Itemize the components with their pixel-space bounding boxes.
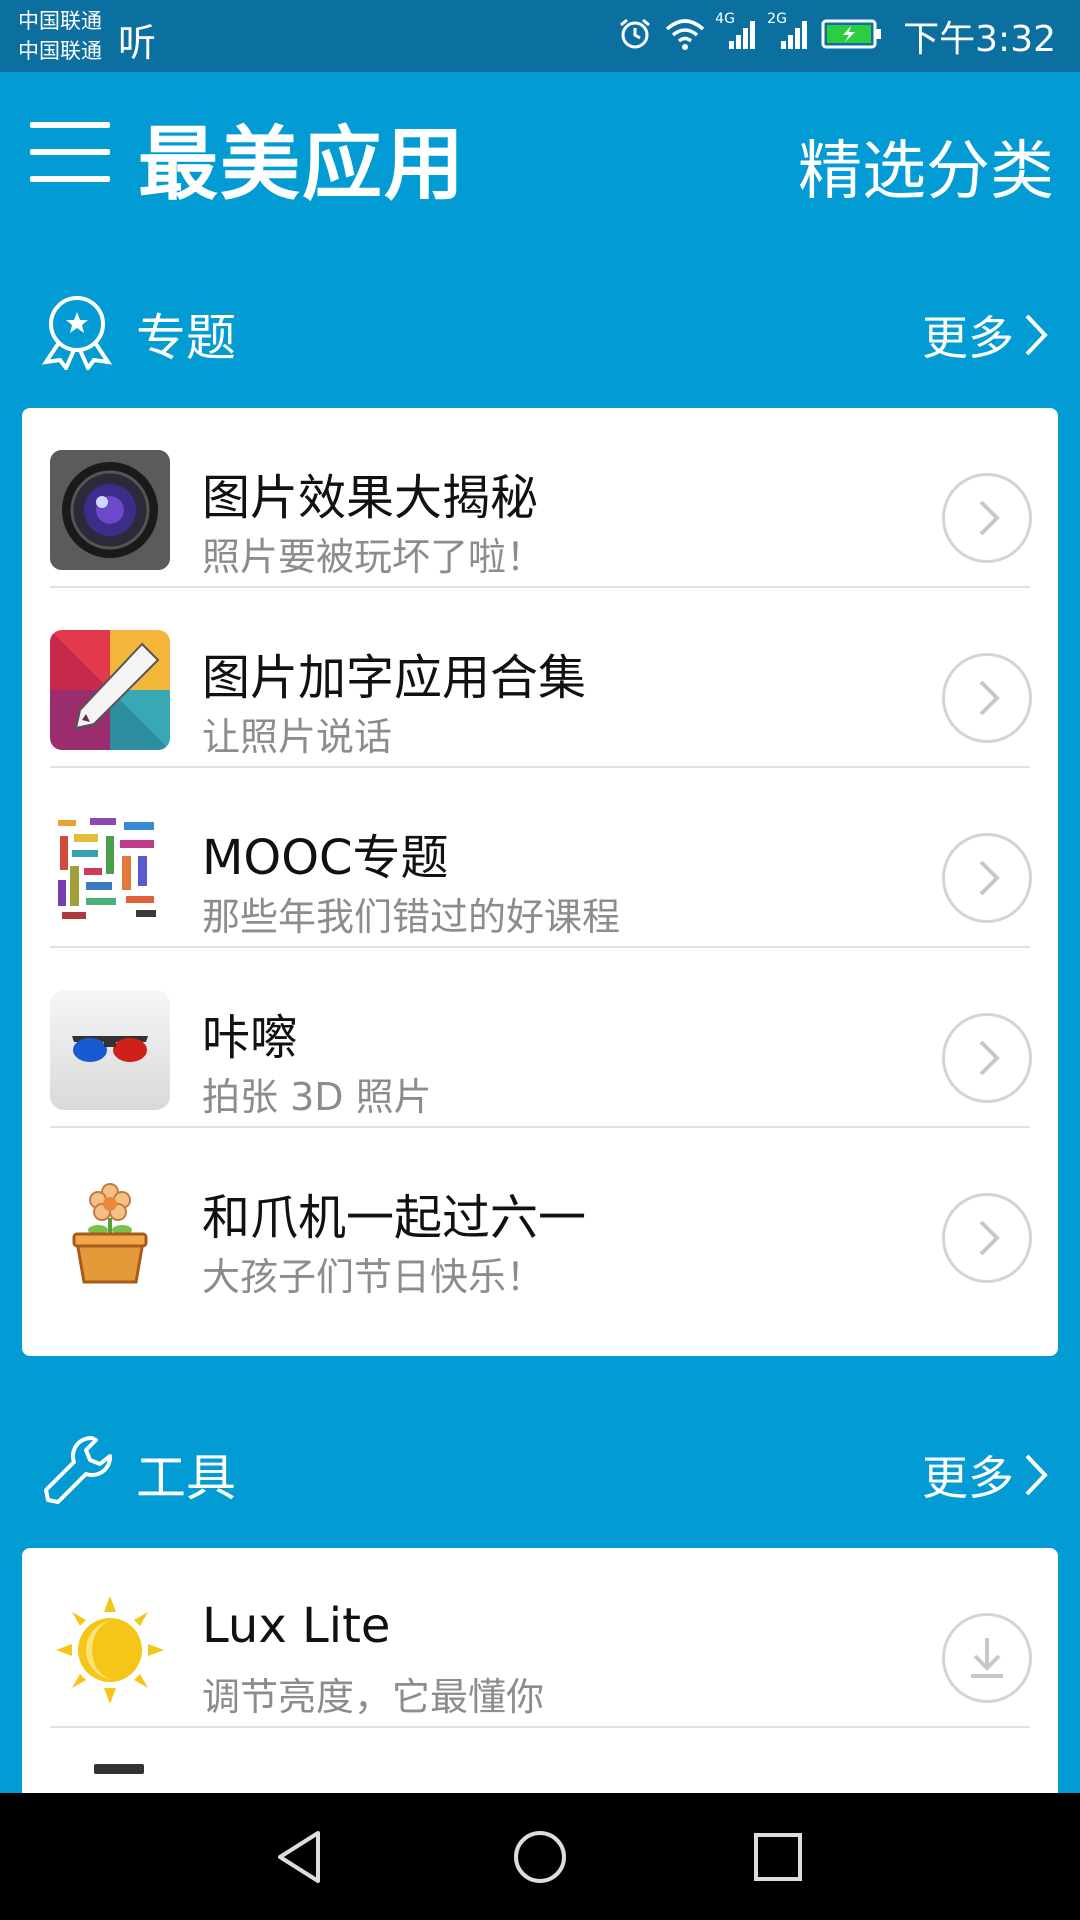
- chevron-right-icon: [1025, 1454, 1048, 1496]
- tools-section-header: 工具 更多: [0, 1420, 1080, 1520]
- network-type-1: 4G: [715, 11, 735, 27]
- pencil-mosaic-icon: [50, 630, 170, 750]
- flower-pot-icon: [50, 1170, 170, 1290]
- list-item[interactable]: 图片加字应用合集 让照片说话: [22, 588, 1058, 768]
- chevron-right-icon[interactable]: [942, 653, 1032, 743]
- status-bar: 中国联通 中国联通 听 4G 2G 下午3:32: [0, 0, 1080, 72]
- carrier-1: 中国联通: [18, 9, 102, 33]
- item-title: 咔嚓: [202, 1010, 299, 1066]
- item-subtitle: 拍张 3D 照片: [202, 1075, 432, 1119]
- item-subtitle: 大孩子们节日快乐！: [202, 1255, 545, 1299]
- battery-charging-icon: [821, 18, 883, 54]
- status-icons: 4G 2G 下午3:32: [617, 11, 1056, 60]
- item-title: 和爪机一起过六一: [202, 1190, 587, 1246]
- wrench-icon: [38, 1430, 116, 1510]
- chevron-right-icon[interactable]: [942, 473, 1032, 563]
- 3d-glasses-icon: [50, 990, 170, 1110]
- home-icon[interactable]: [508, 1825, 572, 1889]
- listen-label: 听: [118, 21, 157, 65]
- navigation-bar: [0, 1793, 1080, 1920]
- alarm-icon: [617, 16, 653, 56]
- wifi-icon: [665, 17, 705, 55]
- app-icon: [94, 1764, 144, 1774]
- item-title: MOOC专题: [202, 830, 449, 886]
- item-subtitle: 照片要被玩坏了啦！: [202, 535, 545, 579]
- award-ribbon-icon: [38, 290, 116, 372]
- carrier-labels: 中国联通 中国联通: [18, 6, 102, 66]
- list-item[interactable]: 咔嚓 拍张 3D 照片: [22, 948, 1058, 1128]
- item-title: 图片效果大揭秘: [202, 470, 539, 526]
- more-label: 更多: [922, 1451, 1014, 1505]
- more-label: 更多: [922, 311, 1014, 365]
- signal-icon: 4G: [715, 11, 757, 55]
- item-subtitle: 调节亮度，它最懂你: [202, 1675, 545, 1719]
- camera-lens-icon: [50, 450, 170, 570]
- topics-card: 图片效果大揭秘 照片要被玩坏了啦！ 图片加字应用合集 让照片说话 MOOC专题 …: [22, 408, 1058, 1356]
- back-icon[interactable]: [270, 1825, 334, 1889]
- item-subtitle: 让照片说话: [202, 715, 393, 759]
- chevron-right-icon[interactable]: [942, 1193, 1032, 1283]
- section-title: 工具: [136, 1449, 236, 1507]
- item-title: Lux Lite: [202, 1598, 391, 1654]
- topics-section-header: 专题 更多: [0, 280, 1080, 380]
- item-title: 图片加字应用合集: [202, 650, 587, 706]
- signal-icon: 2G: [767, 11, 809, 55]
- sun-moon-icon: [50, 1590, 170, 1710]
- chevron-right-icon[interactable]: [942, 1013, 1032, 1103]
- list-item[interactable]: MOOC专题 那些年我们错过的好课程: [22, 768, 1058, 948]
- tools-more-link[interactable]: 更多: [922, 1442, 1050, 1508]
- tools-card: Lux Lite 调节亮度，它最懂你: [22, 1548, 1058, 1808]
- word-cloud-icon: [50, 810, 170, 930]
- list-item[interactable]: 图片效果大揭秘 照片要被玩坏了啦！: [22, 408, 1058, 588]
- list-item[interactable]: Lux Lite 调节亮度，它最懂你: [22, 1548, 1058, 1728]
- list-item[interactable]: 和爪机一起过六一 大孩子们节日快乐！: [22, 1128, 1058, 1308]
- status-time: 下午3:32: [903, 19, 1056, 60]
- app-title: 最美应用: [138, 118, 466, 211]
- network-type-2: 2G: [767, 11, 787, 27]
- topics-more-link[interactable]: 更多: [922, 302, 1050, 368]
- chevron-right-icon: [1025, 314, 1048, 356]
- item-subtitle: 那些年我们错过的好课程: [202, 895, 621, 939]
- category-link[interactable]: 精选分类: [798, 120, 1054, 212]
- hamburger-menu-icon[interactable]: [30, 122, 110, 182]
- section-title: 专题: [136, 309, 236, 367]
- chevron-right-icon[interactable]: [942, 833, 1032, 923]
- download-icon[interactable]: [942, 1613, 1032, 1703]
- carrier-2: 中国联通: [18, 39, 102, 63]
- recent-apps-icon[interactable]: [746, 1825, 810, 1889]
